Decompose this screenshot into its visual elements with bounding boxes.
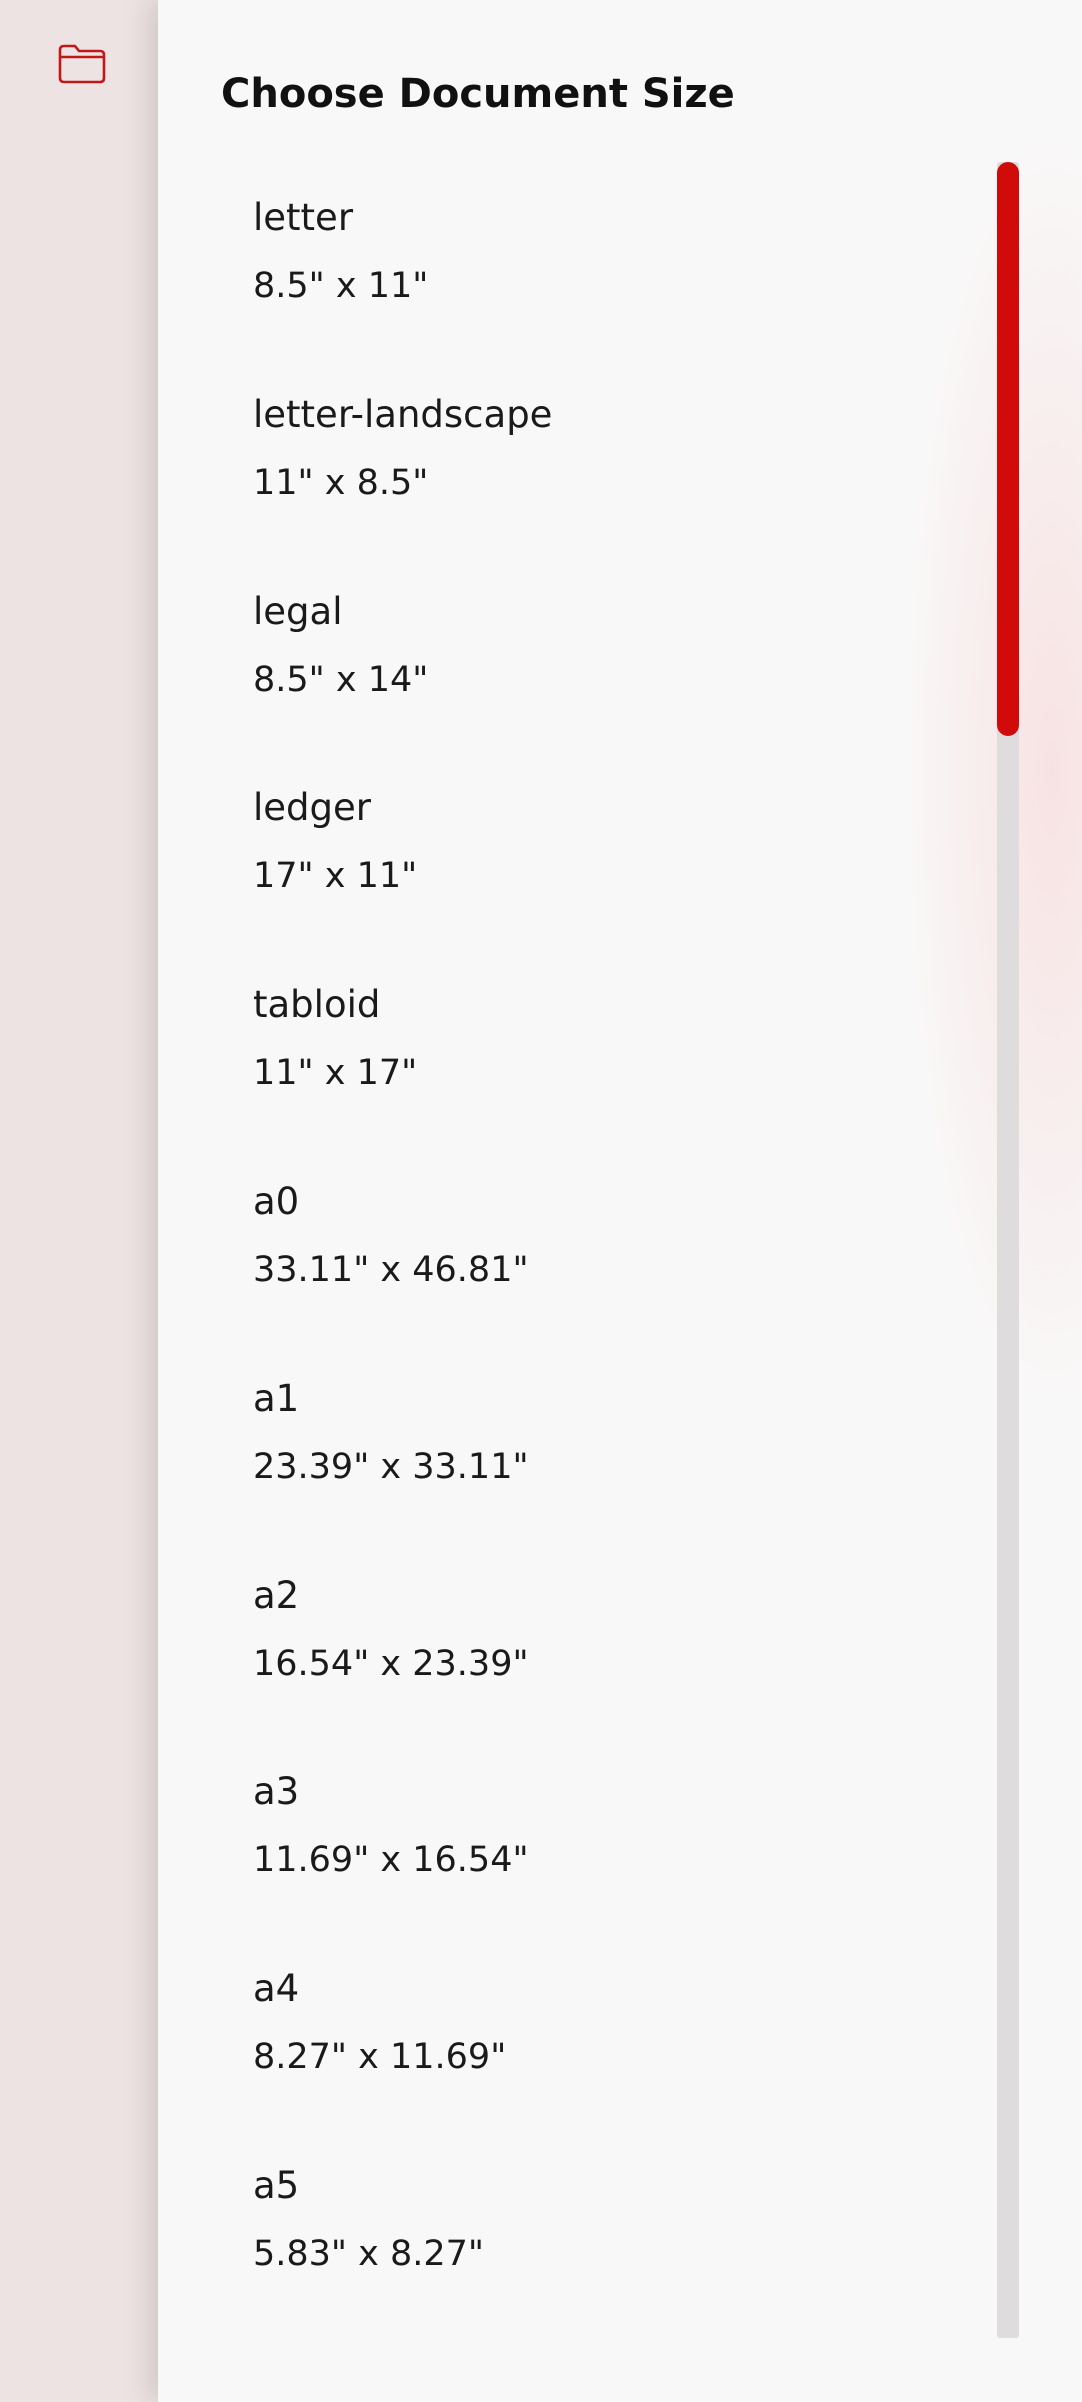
size-dimensions: 8.5" x 11" — [253, 266, 429, 306]
size-option[interactable]: a5 5.83" x 8.27" — [158, 2158, 978, 2355]
size-name: a1 — [253, 1376, 300, 1420]
size-dimensions: 17" x 11" — [253, 856, 418, 897]
scrollbar-thumb[interactable] — [997, 162, 1019, 736]
size-option[interactable]: ledger 17" x 11" — [158, 780, 978, 977]
scrollbar-track[interactable] — [997, 162, 1019, 2338]
size-name: letter — [253, 196, 354, 239]
size-option[interactable]: legal 8.5" x 14" — [158, 584, 978, 781]
size-name: a5 — [253, 2163, 300, 2207]
size-dimensions: 16.54" x 23.39" — [253, 1643, 529, 1684]
dialog-title: Choose Document Size — [221, 71, 735, 117]
document-size-list: letter 8.5" x 11" letter-landscape 11" x… — [158, 190, 978, 2355]
size-option[interactable]: a2 16.54" x 23.39" — [158, 1568, 978, 1765]
folder-button[interactable] — [54, 40, 110, 90]
folder-icon — [57, 42, 107, 88]
size-option[interactable]: a3 11.69" x 16.54" — [158, 1764, 978, 1961]
size-dimensions: 5.83" x 8.27" — [253, 2233, 485, 2274]
size-name: ledger — [253, 786, 371, 830]
size-name: a4 — [253, 1967, 300, 2011]
size-name: a2 — [253, 1573, 300, 1617]
size-name: tabloid — [253, 983, 381, 1027]
size-dimensions: 11" x 17" — [253, 1053, 418, 1094]
size-option[interactable]: letter 8.5" x 11" — [158, 190, 978, 387]
size-dimensions: 11" x 8.5" — [253, 462, 429, 503]
left-sidebar — [0, 0, 158, 2402]
size-dimensions: 23.39" x 33.11" — [253, 1446, 529, 1487]
size-option[interactable]: letter-landscape 11" x 8.5" — [158, 387, 978, 584]
size-option[interactable]: tabloid 11" x 17" — [158, 977, 978, 1174]
size-dimensions: 8.27" x 11.69" — [253, 2037, 507, 2078]
size-option[interactable]: a1 23.39" x 33.11" — [158, 1371, 978, 1568]
size-name: a3 — [253, 1770, 300, 1814]
size-option[interactable]: a4 8.27" x 11.69" — [158, 1961, 978, 2158]
size-name: a0 — [253, 1179, 300, 1223]
size-option[interactable]: a0 33.11" x 46.81" — [158, 1174, 978, 1371]
size-dimensions: 8.5" x 14" — [253, 659, 429, 700]
document-size-dialog: Choose Document Size letter 8.5" x 11" l… — [158, 0, 1082, 2402]
size-name: letter-landscape — [253, 392, 553, 436]
size-name: legal — [253, 589, 343, 633]
size-dimensions: 11.69" x 16.54" — [253, 1840, 529, 1881]
size-dimensions: 33.11" x 46.81" — [253, 1249, 529, 1290]
